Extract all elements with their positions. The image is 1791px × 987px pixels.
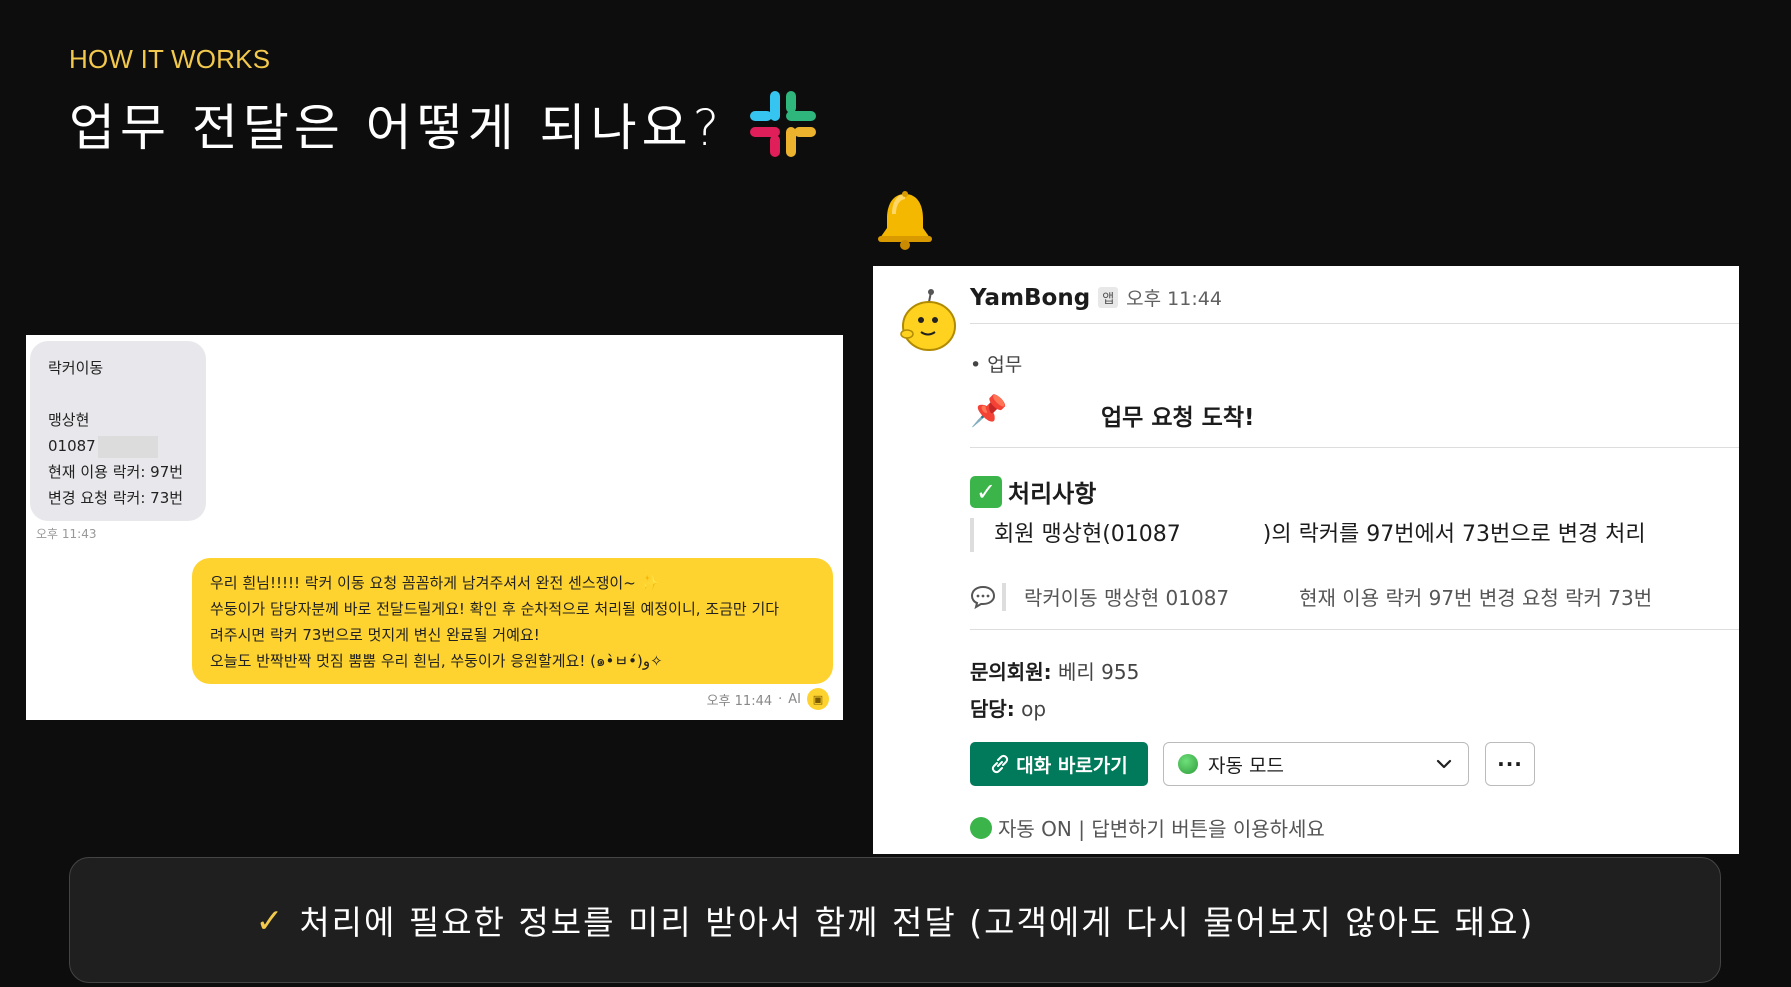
incoming-line: 현재 이용 락커: 97번 [48, 463, 184, 481]
incoming-line: 락커이동 [48, 359, 104, 377]
outgoing-line: 쑤둥이가 담당자분께 바로 전달드릴게요! 확인 후 순차적으로 처리될 예정이… [210, 600, 780, 618]
green-dot-icon [1178, 754, 1198, 774]
pin-icon: 📌 [970, 394, 1008, 429]
ai-label: AI [788, 691, 801, 707]
outgoing-line: 오늘도 반짝반짝 멋짐 뿜뿜 우리 흰님, 쑤둥이가 응원할게요! (๑•̀ㅂ•… [210, 652, 663, 670]
kakao-chat-panel: 락커이동 맹상현 01087 현재 이용 락커: 97번 변경 요청 락커: 7… [26, 335, 843, 720]
request-quote: 회원 맹상현(01087 )의 락커를 97번에서 73번으로 변경 처리 [970, 518, 1646, 552]
owner-value: op [1021, 697, 1047, 721]
outgoing-time: 오후 11:44 [706, 693, 773, 709]
comment-icon [970, 585, 996, 609]
member-label: 문의회원: [970, 660, 1052, 684]
mode-select-value: 자동 모드 [1208, 754, 1284, 777]
more-actions-button[interactable]: ··· [1485, 742, 1535, 786]
slack-logo-icon [750, 91, 817, 157]
open-conversation-button[interactable]: 대화 바로가기 [970, 742, 1148, 786]
slack-message-header: YamBong 앱 오후 11:44 [970, 284, 1222, 311]
check-mark-icon: ✓ [255, 900, 286, 940]
section-heading: ✓ 처리사항 [970, 474, 1096, 509]
link-icon [992, 754, 1009, 774]
outgoing-line: 우리 흰님!!!!! 락커 이동 요청 꼼꼼하게 남겨주셔서 완전 센스쟁이~ … [210, 574, 660, 592]
incoming-line: 맹상현 [48, 411, 90, 429]
incoming-message: 락커이동 맹상현 01087 현재 이용 락커: 97번 변경 요청 락커: 7… [30, 341, 206, 521]
incoming-phone: 01087 [48, 433, 188, 459]
avatar-icon [900, 289, 956, 351]
page-title: 업무 전달은 어떻게 되나요? [69, 88, 818, 160]
owner-label: 담당: [970, 697, 1015, 721]
section-title: 처리사항 [1008, 480, 1097, 508]
quote-text: 회원 맹상현(01087 [994, 522, 1181, 547]
app-badge: 앱 [1098, 287, 1119, 308]
message-time[interactable]: 오후 11:44 [1126, 284, 1222, 311]
member-field: 문의회원: 베리 955 [970, 656, 1139, 685]
outgoing-line: 려주시면 락커 73번으로 멋지게 변신 완료될 거예요! [210, 626, 540, 644]
slack-message-panel: YamBong 앱 오후 11:44 • 업무 📌 업무 요청 도착! ✓ 처리… [873, 266, 1739, 854]
comment-text: 락커이동 맹상현 01087 [1024, 586, 1230, 610]
ai-bot-icon[interactable]: ▣ [807, 688, 829, 710]
redacted-block [97, 435, 158, 458]
topic-label: • 업무 [970, 354, 1023, 376]
mode-select[interactable]: 자동 모드 [1163, 742, 1469, 786]
summary-callout: ✓ 처리에 필요한 정보를 미리 받아서 함께 전달 (고객에게 다시 물어보지… [69, 857, 1721, 983]
incoming-time: 오후 11:43 [36, 527, 97, 541]
divider [970, 629, 1739, 630]
eyebrow: HOW IT WORKS [69, 44, 271, 74]
check-icon: ✓ [970, 475, 1002, 508]
open-button-label: 대화 바로가기 [1016, 754, 1128, 777]
page-title-text: 업무 전달은 어떻게 되나요? [69, 99, 725, 157]
callout-text: 처리에 필요한 정보를 미리 받아서 함께 전달 (고객에게 다시 물어보지 않… [299, 903, 1535, 942]
auto-status-text: 자동 ON | 답변하기 버튼을 이용하세요 [998, 817, 1325, 841]
green-circle-icon [970, 816, 992, 839]
bot-name[interactable]: YamBong [970, 285, 1090, 311]
comment-text: 현재 이용 락커 97번 변경 요청 락커 73번 [1299, 586, 1653, 610]
chevron-down-icon [1436, 759, 1452, 769]
divider [970, 323, 1739, 324]
auto-status: 자동 ON | 답변하기 버튼을 이용하세요 [970, 813, 1325, 842]
divider [970, 447, 1739, 448]
member-value: 베리 955 [1057, 660, 1140, 684]
outgoing-message: 우리 흰님!!!!! 락커 이동 요청 꼼꼼하게 남겨주셔서 완전 센스쟁이~ … [192, 558, 833, 684]
bell-icon [878, 191, 932, 250]
quote-text: )의 락커를 97번에서 73번으로 변경 처리 [1262, 522, 1646, 547]
original-comment: 락커이동 맹상현 01087 현재 이용 락커 97번 변경 요청 락커 73번 [970, 582, 1652, 611]
owner-field: 담당: op [970, 693, 1046, 722]
message-headline: 업무 요청 도착! [1101, 405, 1255, 431]
incoming-line: 변경 요청 락커: 73번 [48, 489, 184, 507]
outgoing-meta: 오후 11:44 · AI ▣ [707, 688, 829, 710]
